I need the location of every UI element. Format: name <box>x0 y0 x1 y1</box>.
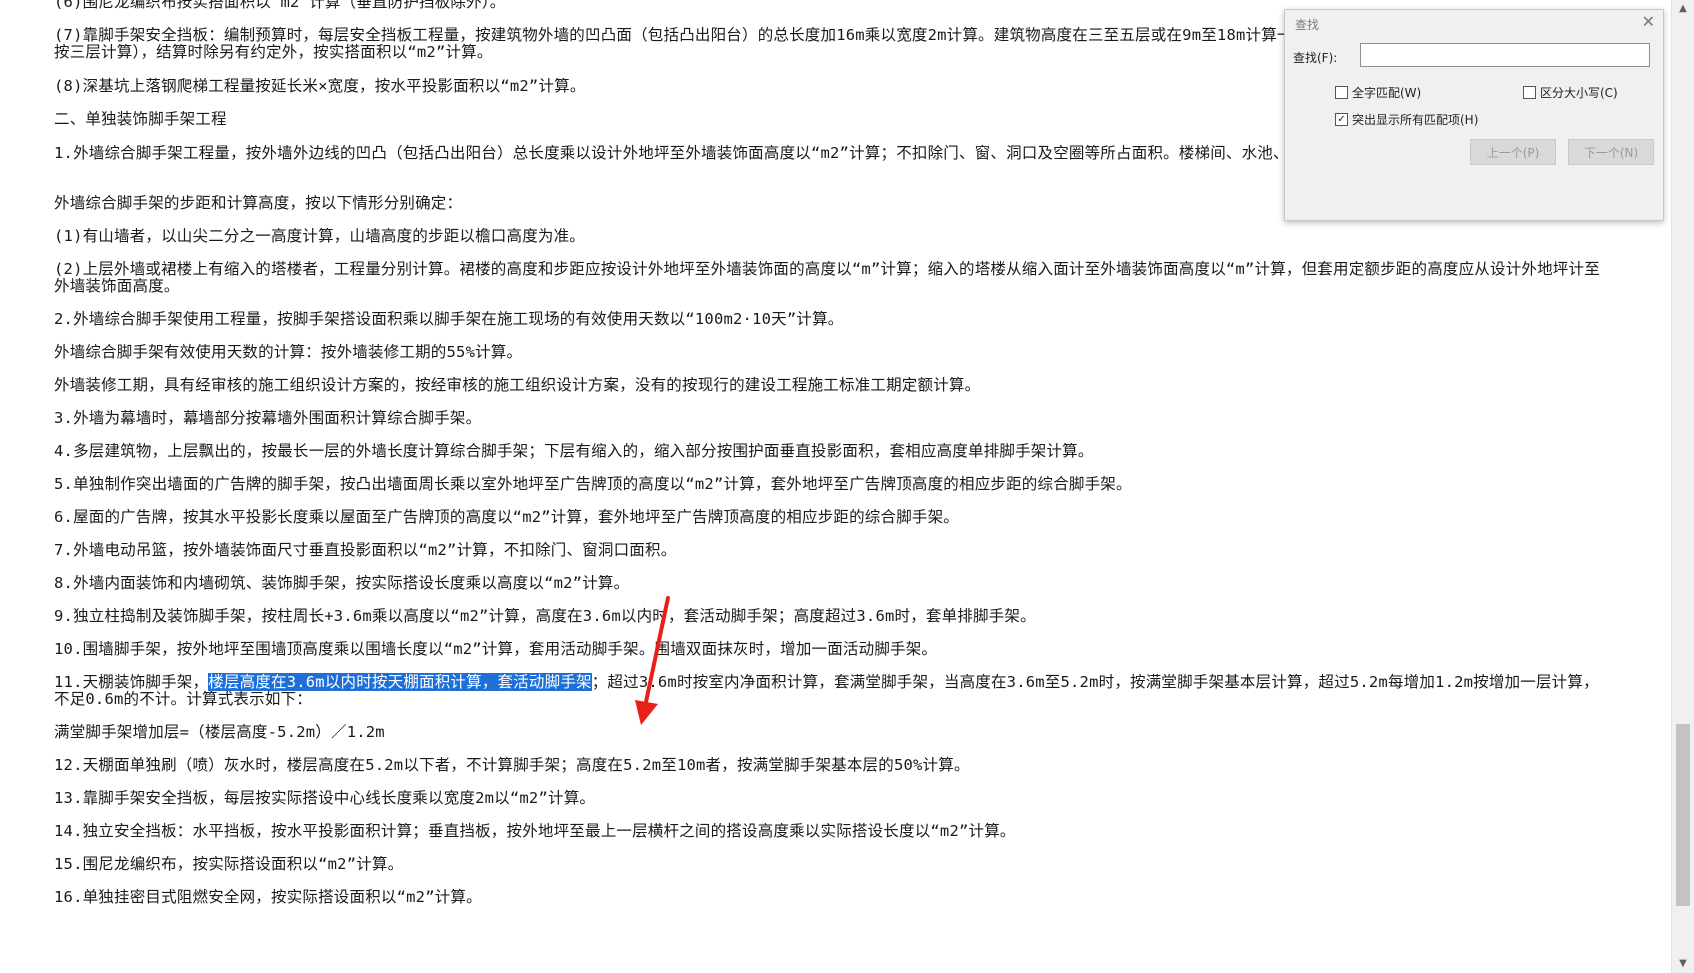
paragraph: (1)有山墙者，以山尖二分之一高度计算，山墙高度的步距以檐口高度为准。 <box>54 227 585 245</box>
checkbox-label: 全字匹配(W) <box>1352 86 1422 100</box>
vertical-scrollbar[interactable]: ▲ ▼ <box>1671 0 1694 973</box>
paragraph: 5.单独制作突出墙面的广告牌的脚手架，按凸出墙面周长乘以室外地坪至广告牌顶的高度… <box>54 475 1132 493</box>
paragraph: (2)上层外墙或裙楼上有缩入的塔楼者，工程量分别计算。裙楼的高度和步距应按设计外… <box>54 260 1600 295</box>
scroll-thumb[interactable] <box>1676 724 1690 906</box>
paragraph-with-selection[interactable]: 11.天棚装饰脚手架，楼层高度在3.6m以内时按天棚面积计算，套活动脚手架；超过… <box>54 673 1614 708</box>
paragraph: 15.围尼龙编织布，按实际搭设面积以“m2”计算。 <box>54 855 404 873</box>
paragraph: 13.靠脚手架安全挡板，每层按实际搭设中心线长度乘以宽度2m以“m2”计算。 <box>54 789 596 807</box>
whole-word-checkbox[interactable]: 全字匹配(W) <box>1335 84 1421 101</box>
paragraph: 3.外墙为幕墙时，幕墙部分按幕墙外围面积计算综合脚手架。 <box>54 409 482 427</box>
paragraph-lead: 11.天棚装饰脚手架， <box>54 673 209 691</box>
paragraph: 6.屋面的广告牌，按其水平投影长度乘以屋面至广告牌顶的高度以“m2”计算，套外地… <box>54 508 959 526</box>
paragraph: 9.独立柱捣制及装饰脚手架，按柱周长+3.6m乘以高度以“m2”计算，高度在3.… <box>54 607 1036 625</box>
find-label: 查找(F): <box>1293 51 1338 65</box>
paragraph: 8.外墙内面装饰和内墙砌筑、装饰脚手架，按实际搭设长度乘以高度以“m2”计算。 <box>54 574 630 592</box>
previous-button[interactable]: 上一个(P) <box>1470 139 1556 165</box>
checkbox-box <box>1523 86 1536 99</box>
paragraph: 4.多层建筑物，上层飘出的，按最长一层的外墙长度计算综合脚手架；下层有缩入的，缩… <box>54 442 1094 460</box>
dialog-title: 查找 <box>1295 18 1320 32</box>
paragraph: 16.单独挂密目式阻燃安全网，按实际搭设面积以“m2”计算。 <box>54 888 482 906</box>
paragraph: 外墙装修工期，具有经审核的施工组织设计方案的，按经审核的施工组织设计方案，没有的… <box>54 376 981 394</box>
selected-text[interactable]: 楼层高度在3.6m以内时按天棚面积计算，套活动脚手架 <box>208 673 592 691</box>
paragraph: 14.独立安全挡板：水平挡板，按水平投影面积计算；垂直挡板，按外地坪至最上一层横… <box>54 822 1016 840</box>
paragraph: 满堂脚手架增加层=（楼层高度-5.2m）／1.2m <box>54 723 385 741</box>
highlight-all-checkbox[interactable]: ✓ 突出显示所有匹配项(H) <box>1335 111 1478 128</box>
next-button[interactable]: 下一个(N) <box>1568 139 1654 165</box>
checkbox-label: 区分大小写(C) <box>1540 86 1618 100</box>
find-input[interactable] <box>1360 43 1650 67</box>
paragraph: 外墙综合脚手架有效使用天数的计算：按外墙装修工期的55%计算。 <box>54 343 523 361</box>
paragraph: 10.围墙脚手架，按外地坪至围墙顶高度乘以围墙长度以“m2”计算，套用活动脚手架… <box>54 640 938 658</box>
close-icon[interactable]: ✕ <box>1642 12 1655 31</box>
paragraph: 7.外墙电动吊篮，按外墙装饰面尺寸垂直投影面积以“m2”计算，不扣除门、窗洞口面… <box>54 541 677 559</box>
paragraph: 2.外墙综合脚手架使用工程量，按脚手架搭设面积乘以脚手架在施工现场的有效使用天数… <box>54 310 844 328</box>
match-case-checkbox[interactable]: 区分大小写(C) <box>1523 84 1618 101</box>
scroll-up-icon[interactable]: ▲ <box>1672 0 1694 18</box>
checkbox-box <box>1335 86 1348 99</box>
scroll-down-icon[interactable]: ▼ <box>1672 955 1694 973</box>
find-dialog: 查找 ✕ 查找(F): 全字匹配(W) 区分大小写(C) ✓ 突出显示所有匹配项… <box>1284 9 1664 221</box>
checkbox-label: 突出显示所有匹配项(H) <box>1352 113 1479 127</box>
paragraph: 12.天棚面单独刷（喷）灰水时，楼层高度在5.2m以下者，不计算脚手架；高度在5… <box>54 756 970 774</box>
checkmark-icon: ✓ <box>1335 113 1348 126</box>
